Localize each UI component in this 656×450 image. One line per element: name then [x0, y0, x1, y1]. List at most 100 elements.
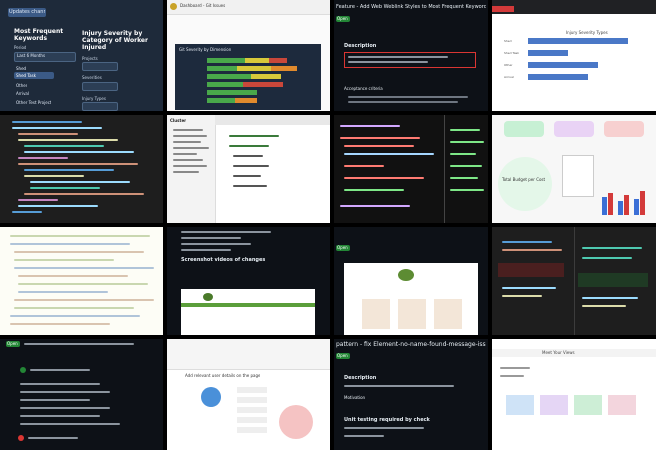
code-line: [18, 139, 118, 141]
section-description: Description: [344, 375, 377, 381]
code-line: [30, 187, 100, 189]
hbar-1: [528, 38, 628, 44]
text-line: [500, 375, 524, 377]
chart-bar-red-1: [269, 58, 287, 63]
browser-avatar: [170, 3, 177, 10]
alert-line: [28, 437, 78, 439]
file-line: [233, 185, 267, 187]
keywords-title: Most Frequent Keywords: [14, 28, 64, 42]
profile-header: Add relevant user details on the page: [185, 373, 261, 378]
tree-item[interactable]: [173, 135, 207, 137]
code-line: [24, 169, 114, 171]
text-line: [181, 237, 241, 239]
severities-select[interactable]: [82, 82, 118, 91]
code-line: [14, 251, 144, 253]
commit-line: [30, 369, 90, 371]
code-line: [502, 287, 556, 289]
issue-heading: Feature - Add Web Weblink Styles to Most…: [336, 4, 486, 10]
chart-bar-green-1: [207, 58, 245, 63]
card-blue: [506, 395, 534, 415]
tree-item[interactable]: [173, 165, 207, 167]
commit-line: [20, 415, 100, 417]
card-pink: [604, 121, 644, 137]
text-line: [181, 249, 231, 251]
menu-item-5[interactable]: Other Test Project: [16, 100, 51, 105]
code-line: [10, 315, 140, 317]
commit-line: [20, 423, 120, 425]
tile-issue-fix: pattern - fix Element-no-name-found-mess…: [334, 339, 488, 450]
code-line: [18, 163, 138, 165]
text-line: [181, 243, 251, 245]
code-line: [14, 259, 114, 261]
code-line: [18, 199, 58, 201]
code-line: [24, 151, 134, 153]
projects-select[interactable]: [82, 62, 118, 71]
bar-red-1: [608, 193, 613, 215]
alert-icon: [18, 435, 24, 441]
text-line: [348, 101, 458, 103]
red-highlight: [498, 263, 564, 277]
embedded-logo: [398, 269, 414, 281]
menu-item-1[interactable]: Shed: [16, 66, 26, 71]
tree-item[interactable]: [173, 147, 209, 149]
green-highlight: [578, 273, 648, 287]
tree-item[interactable]: [173, 171, 199, 173]
text-line: [348, 56, 448, 58]
text-line: [348, 61, 428, 63]
chart-bar-green-2: [207, 66, 237, 71]
hbar-label-1: Shed: [504, 39, 512, 43]
section-motivation: Motivation: [344, 395, 366, 400]
bar-red-3: [640, 191, 645, 215]
tile-user-profile: Add relevant user details on the page: [167, 339, 330, 450]
text-line: [344, 385, 454, 387]
tile-dashboard-filters: Updates channel Most Frequent Keywords P…: [0, 0, 163, 111]
code-line: [12, 211, 42, 213]
diff-line: [344, 189, 404, 191]
chart-bar-orange-2: [271, 66, 297, 71]
diff-line: [340, 137, 420, 139]
issue-title: pattern - fix Element-no-name-found-mess…: [336, 341, 486, 348]
screenshot-heading: Screenshot videos of changes: [181, 257, 266, 263]
chart-bar-green-6: [207, 98, 235, 103]
card-green: [504, 121, 544, 137]
red-accent: [492, 6, 514, 12]
file-line: [229, 145, 269, 147]
injury-types-select[interactable]: [82, 102, 118, 111]
embedded-screenshot: [181, 289, 315, 335]
panel-title: Git Severity by Dimension: [179, 47, 232, 52]
tree-item[interactable]: [173, 129, 203, 131]
embedded-green-bar: [181, 303, 315, 307]
code-line: [24, 175, 84, 177]
chart-bar-green-3: [207, 74, 251, 79]
hbar-label-2: Shed Task: [504, 51, 519, 55]
tree-item[interactable]: [173, 159, 203, 161]
severity-title: Injury Severity by Category of Worker In…: [82, 30, 148, 51]
code-line: [14, 299, 154, 301]
tree-item[interactable]: [173, 141, 201, 143]
diff-line: [344, 177, 424, 179]
hbar-4: [528, 74, 588, 80]
screenshot-grid: Updates channel Most Frequent Keywords P…: [0, 0, 656, 450]
hbar-label-3: Other: [504, 63, 513, 67]
tree-item[interactable]: [173, 153, 197, 155]
sidebar-title: Cluster: [170, 118, 187, 123]
menu-item-3[interactable]: Other: [16, 83, 27, 88]
split-divider: [574, 227, 575, 335]
title-line: [24, 343, 134, 345]
diff-divider: [444, 115, 445, 223]
profile-row: [237, 417, 267, 423]
code-line: [24, 193, 144, 195]
code-line: [582, 247, 642, 249]
file-line: [233, 175, 261, 177]
explorer-tabs: [215, 115, 330, 125]
file-line: [233, 155, 263, 157]
tile-pr-screenshots: Screenshot videos of changes: [167, 227, 330, 335]
commit-check-icon: [20, 367, 26, 373]
code-line: [502, 241, 552, 243]
image-card-1: [362, 299, 390, 329]
code-line: [502, 295, 542, 297]
radar-chart: [279, 405, 313, 439]
updates-button-label: Updates channel: [9, 9, 45, 15]
card-purple: [540, 395, 568, 415]
menu-item-4[interactable]: Arrival: [16, 91, 29, 96]
